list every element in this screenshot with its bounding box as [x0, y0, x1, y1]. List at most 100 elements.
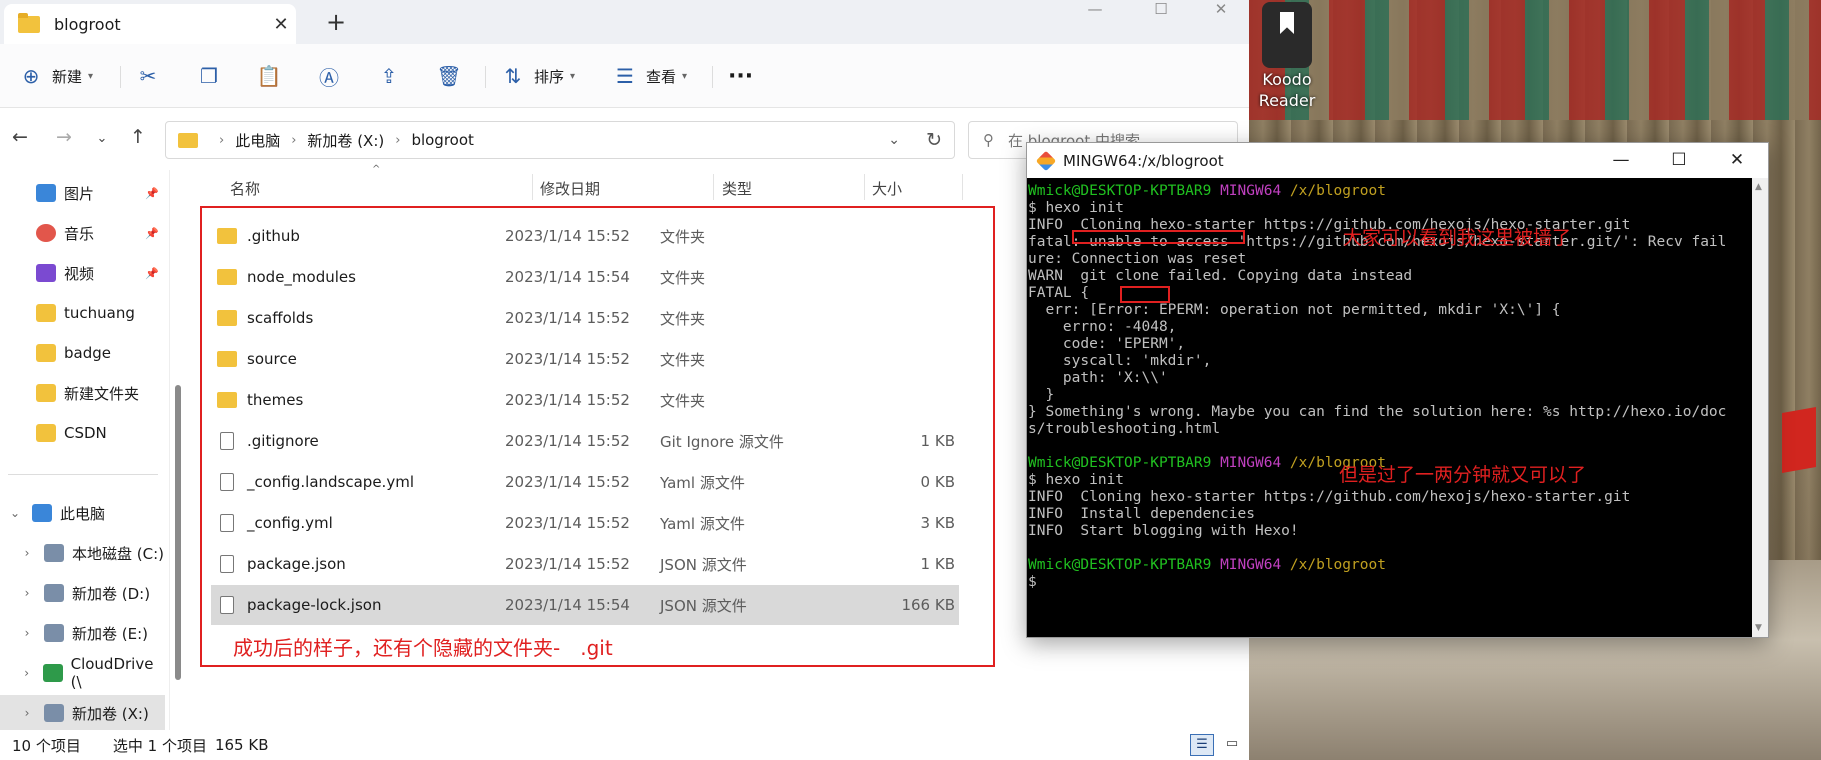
- folder-icon: [36, 304, 56, 322]
- chevron-right-icon[interactable]: ›: [20, 706, 34, 720]
- pin-icon: 📌: [145, 226, 159, 240]
- details-view-icon[interactable]: ☰: [1190, 734, 1214, 756]
- clipboard-icon: 📋: [256, 64, 282, 88]
- chevron-down-icon: ▾: [88, 70, 94, 82]
- breadcrumb-volume-x[interactable]: 新加卷 (X:): [307, 130, 384, 151]
- sidebar-item-label: 新加卷 (E:): [72, 624, 149, 643]
- sidebar-item-csdn[interactable]: CSDN: [0, 415, 165, 451]
- breadcrumb-this-pc[interactable]: 此电脑: [235, 130, 280, 151]
- chevron-right-icon[interactable]: ›: [20, 586, 34, 600]
- chevron-right-icon[interactable]: ›: [20, 546, 34, 560]
- sidebar-item-label: badge: [64, 344, 111, 362]
- sidebar-item-this-pc[interactable]: ⌄ 此电脑: [0, 495, 165, 531]
- git-icon: [1035, 150, 1057, 171]
- sidebar-item-drive-c[interactable]: › 本地磁盘 (C:): [0, 535, 165, 571]
- scrollbar-thumb[interactable]: [175, 385, 181, 680]
- view-button[interactable]: ☰ 查看 ▾: [612, 56, 687, 96]
- column-divider[interactable]: [864, 174, 865, 200]
- chevron-down-icon[interactable]: ⌄: [888, 132, 900, 148]
- tiles-view-icon[interactable]: ▭: [1220, 734, 1244, 756]
- maximize-button[interactable]: ☐: [1133, 0, 1189, 20]
- sidebar-item-new-folder[interactable]: 新建文件夹: [0, 375, 165, 411]
- sidebar-item-tuchuang[interactable]: tuchuang: [0, 295, 165, 331]
- share-button[interactable]: ⇪: [376, 56, 402, 96]
- sidebar-scrollbar[interactable]: [174, 170, 182, 730]
- new-label: 新建: [52, 67, 83, 86]
- terminal-scrollbar[interactable]: ▲ ▼: [1752, 178, 1768, 637]
- back-arrow-icon[interactable]: ←: [6, 126, 34, 152]
- trash-icon: 🗑: [436, 64, 462, 88]
- toolbar-divider: [485, 66, 486, 88]
- new-tab-button[interactable]: +: [320, 8, 352, 38]
- tab-title: blogroot: [54, 14, 121, 34]
- close-icon[interactable]: ✕: [266, 14, 296, 35]
- minimize-button[interactable]: —: [1592, 143, 1650, 178]
- terminal-line: err: [Error: EPERM: operation not permit…: [1028, 302, 1561, 318]
- prompt-env: MINGW64: [1220, 183, 1282, 199]
- chevron-right-icon[interactable]: ›: [20, 626, 34, 640]
- cut-button[interactable]: ✂: [135, 56, 161, 96]
- terminal-title: MINGW64:/x/blogroot: [1063, 151, 1224, 170]
- column-header-type[interactable]: 类型: [722, 176, 752, 202]
- column-divider[interactable]: [713, 174, 714, 200]
- sidebar-item-drive-d[interactable]: › 新加卷 (D:): [0, 575, 165, 611]
- maximize-button[interactable]: ☐: [1650, 143, 1708, 178]
- sidebar-item-videos[interactable]: 视频 📌: [0, 255, 165, 291]
- minimize-button[interactable]: —: [1067, 0, 1123, 20]
- sort-button[interactable]: ⇅ 排序 ▾: [500, 56, 575, 96]
- prompt-user: Wmick@DESKTOP-KPTBAR9: [1028, 455, 1212, 471]
- scroll-up-icon[interactable]: ▲: [1755, 182, 1762, 192]
- computer-icon: [32, 504, 52, 522]
- tab-blogroot[interactable]: blogroot ✕: [4, 4, 296, 44]
- forward-arrow-icon[interactable]: →: [50, 126, 78, 152]
- annotation-highlight-box: [1072, 230, 1245, 244]
- sidebar-item-badge[interactable]: badge: [0, 335, 165, 371]
- up-arrow-icon[interactable]: ↑: [124, 126, 152, 152]
- rename-button[interactable]: Ⓐ: [316, 56, 342, 96]
- close-window-button[interactable]: ✕: [1193, 0, 1249, 20]
- search-icon: ⚲: [983, 131, 994, 149]
- sidebar-divider: [8, 474, 158, 475]
- chevron-right-icon[interactable]: ›: [20, 666, 33, 680]
- more-options-button[interactable]: ···: [728, 56, 753, 96]
- refresh-icon[interactable]: ↻: [926, 129, 942, 151]
- desktop-icon-koodo-reader[interactable]: Koodo Reader: [1256, 2, 1318, 112]
- sidebar-item-music[interactable]: 音乐 📌: [0, 215, 165, 251]
- recent-chevron-icon[interactable]: ⌄: [88, 126, 116, 152]
- terminal-line: $ hexo init: [1028, 200, 1125, 216]
- copy-icon: ❐: [200, 64, 218, 88]
- sort-label: 排序: [534, 67, 565, 86]
- column-header-date[interactable]: 修改日期: [540, 176, 600, 202]
- terminal-line: path: 'X:\\': [1028, 370, 1168, 386]
- sidebar-item-clouddrive[interactable]: › CloudDrive (\: [0, 655, 165, 691]
- breadcrumb-blogroot[interactable]: blogroot: [411, 131, 473, 149]
- column-divider[interactable]: [962, 174, 963, 200]
- sidebar-item-drive-x[interactable]: › 新加卷 (X:): [0, 695, 165, 731]
- column-header-name[interactable]: 名称: [230, 176, 260, 202]
- terminal-titlebar[interactable]: MINGW64:/x/blogroot — ☐ ✕: [1027, 143, 1768, 178]
- close-window-button[interactable]: ✕: [1708, 143, 1766, 178]
- breadcrumb-chevron-icon: ›: [291, 132, 297, 148]
- status-size: 165 KB: [214, 736, 269, 754]
- chevron-down-icon: ▾: [682, 70, 688, 82]
- copy-button[interactable]: ❐: [196, 56, 222, 96]
- sidebar-item-label: CloudDrive (\: [70, 655, 154, 691]
- new-button[interactable]: ⊕ 新建 ▾: [18, 56, 93, 96]
- scroll-down-icon[interactable]: ▼: [1755, 623, 1762, 633]
- sidebar-item-label: 音乐: [64, 224, 95, 243]
- delete-button[interactable]: 🗑: [436, 56, 462, 96]
- sidebar-item-label: 本地磁盘 (C:): [72, 544, 164, 563]
- chevron-down-icon[interactable]: ⌄: [8, 506, 22, 520]
- column-divider[interactable]: [532, 174, 533, 200]
- paste-button[interactable]: 📋: [256, 56, 282, 96]
- column-header-size[interactable]: 大小: [872, 176, 902, 202]
- toolbar-divider: [712, 66, 713, 88]
- folder-icon: [36, 384, 56, 402]
- sidebar-item-drive-e[interactable]: › 新加卷 (E:): [0, 615, 165, 651]
- address-bar[interactable]: › 此电脑 › 新加卷 (X:) › blogroot ⌄ ↻: [165, 121, 955, 159]
- status-selected: 选中 1 个项目: [112, 736, 207, 755]
- wallpaper-flag: [1782, 407, 1816, 473]
- sidebar-item-pictures[interactable]: 图片 📌: [0, 175, 165, 211]
